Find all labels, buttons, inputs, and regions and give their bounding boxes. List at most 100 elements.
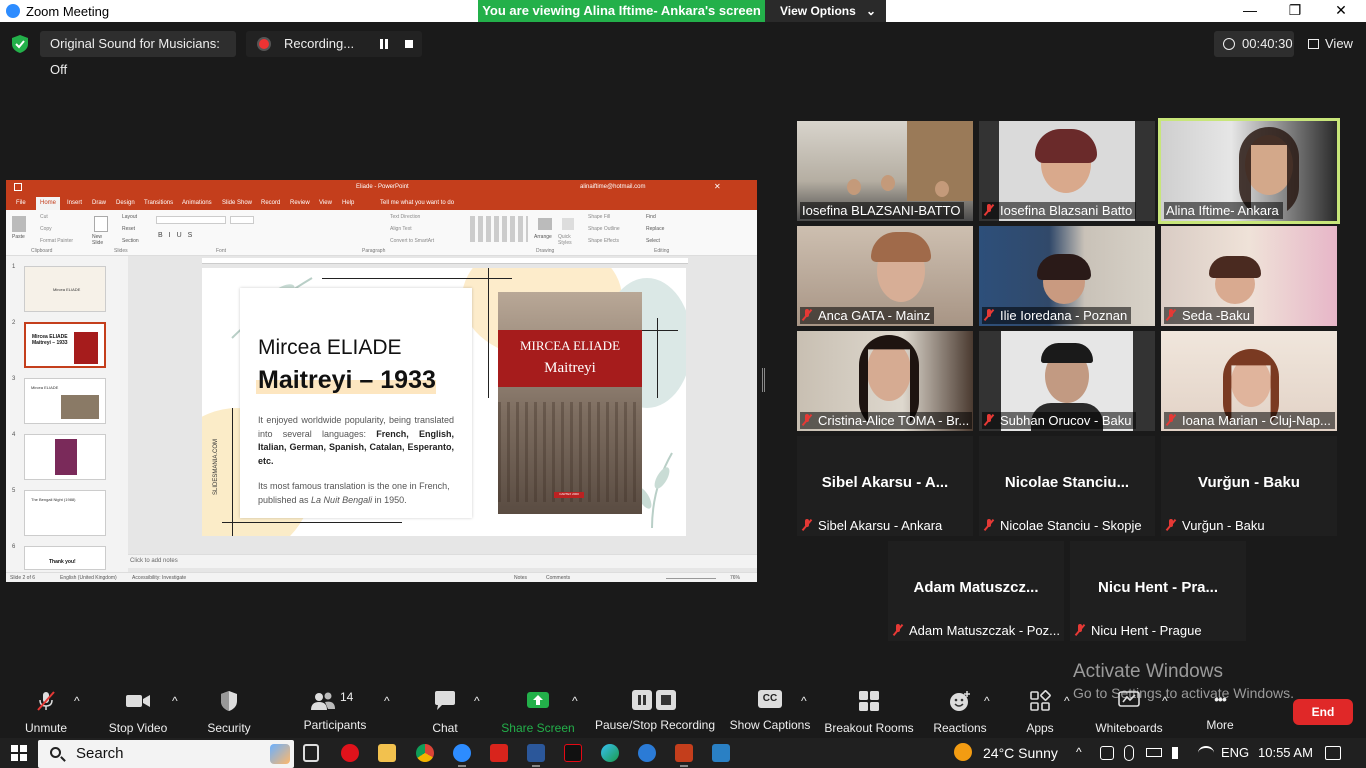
ppt-btn-text-direction[interactable]: Text Direction [390,214,420,220]
participant-tile[interactable]: Vurğun - Baku Vurğun - Baku [1161,436,1337,536]
show-captions-button[interactable]: CC Show Captions [728,690,812,732]
weather-text[interactable]: 24°C Sunny [983,745,1058,761]
participant-tile[interactable]: Subhan Orucov - Baku [979,331,1155,431]
reactions-options-caret[interactable]: ^ [984,694,990,708]
ppt-btn-reset[interactable]: Reset [122,226,135,232]
ppt-tab[interactable]: Review [290,200,310,206]
paste-icon[interactable] [12,216,26,232]
netflix-app-icon[interactable] [564,744,582,762]
close-button[interactable]: ✕ [1321,2,1361,19]
volume-muted-icon[interactable] [1172,747,1186,759]
slide-thumbnail-1[interactable]: Mircea ELIADE [24,266,106,312]
ppt-tab-home[interactable]: Home [36,197,61,210]
ppt-btn-section[interactable]: Section [122,238,139,244]
ppt-tab[interactable]: Slide Show [222,200,252,206]
ppt-tab[interactable]: Animations [182,200,212,206]
font-format-buttons[interactable]: BIUS [158,232,198,239]
participants-button[interactable]: 14 Participants [302,690,368,732]
ppt-btn-cut[interactable]: Cut [40,214,48,220]
slide-thumbnail-4[interactable] [24,434,106,480]
participant-tile[interactable]: Ioana Marian - Cluj-Nap... [1161,331,1337,431]
ppt-btn-shape-outline[interactable]: Shape Outline [588,226,620,232]
slide-thumbnail-3[interactable]: Mircea ELIADE [24,378,106,424]
ppt-tab[interactable]: File [16,200,26,206]
powerpoint-app-icon[interactable] [675,744,693,767]
pause-recording-icon[interactable] [379,39,389,49]
taskbar-search[interactable]: Search [38,740,294,768]
share-screen-button[interactable]: Share Screen [500,690,576,735]
zoom-app-icon[interactable] [453,744,471,767]
font-size-box[interactable] [230,216,254,224]
edge-browser-icon[interactable] [601,744,619,762]
view-options-button[interactable]: View Options ⌄ [765,0,886,22]
wifi-icon[interactable] [1198,746,1214,760]
chrome-browser-icon[interactable] [416,744,434,762]
maximize-button[interactable]: ❐ [1275,2,1315,19]
participant-tile[interactable]: Seda -Baku [1161,226,1337,326]
zoom-slider[interactable] [666,578,716,579]
meet-now-icon[interactable] [1100,746,1114,760]
status-accessibility[interactable]: Accessibility: Investigate [132,575,186,581]
ppt-tab[interactable]: Draw [92,200,106,206]
windows-start-icon[interactable] [11,745,27,761]
battery-icon[interactable] [1146,748,1162,757]
notifications-icon[interactable] [1325,746,1341,760]
apps-button[interactable]: Apps [1020,690,1060,735]
word-app-icon[interactable] [527,744,545,767]
chat-options-caret[interactable]: ^ [474,694,480,708]
original-sound-toggle[interactable]: Original Sound for Musicians: Off [40,31,236,77]
encryption-shield-icon[interactable] [12,35,28,53]
chat-button[interactable]: Chat [426,690,464,735]
zoom-level[interactable]: 76% [730,575,740,581]
participant-tile[interactable]: Adam Matuszcz... Adam Matuszczak - Poz..… [888,541,1064,641]
more-button[interactable]: ••• More [1198,690,1242,732]
captions-options-caret[interactable]: ^ [801,694,807,708]
weather-sun-icon[interactable] [954,743,972,761]
ppt-btn-paste[interactable]: Paste [12,234,25,240]
comments-toggle[interactable]: Comments [546,575,570,581]
ppt-btn-layout[interactable]: Layout [122,214,137,220]
ppt-btn-copy[interactable]: Copy [40,226,52,232]
status-language[interactable]: English (United Kingdom) [60,575,117,581]
ppt-tab[interactable]: Transitions [144,200,173,206]
ppt-save-icon[interactable] [14,183,22,191]
photos-app-icon[interactable] [712,744,730,762]
clock-time[interactable]: 10:55 AM [1258,745,1313,760]
ppt-btn-convert-smartart[interactable]: Convert to SmartArt [390,238,434,244]
slide-thumbnail-2[interactable]: Mircea ELIADE Maitreyi – 1933 [24,322,106,368]
arrange-icon[interactable] [538,218,552,230]
ppt-tab[interactable]: Help [342,200,354,206]
participant-tile[interactable]: Ilie Ioredana - Poznan [979,226,1155,326]
ppt-tab[interactable]: Design [116,200,135,206]
font-name-box[interactable] [156,216,226,224]
microphone-tray-icon[interactable] [1124,745,1134,761]
outlook-app-icon[interactable] [638,744,656,762]
participant-tile[interactable]: Nicu Hent - Pra... Nicu Hent - Prague [1070,541,1246,641]
ppt-btn-select[interactable]: Select [646,238,660,244]
ppt-tab[interactable]: Insert [67,200,82,206]
shapes-gallery[interactable] [470,216,528,242]
participant-tile[interactable]: Anca GATA - Mainz [797,226,973,326]
ppt-tell-me[interactable]: Tell me what you want to do [380,200,454,206]
ppt-btn-find[interactable]: Find [646,214,656,220]
input-language[interactable]: ENG [1221,745,1249,760]
stop-recording-icon[interactable] [405,40,413,48]
participant-tile[interactable]: Iosefina Blazsani Batto [979,121,1155,221]
slide-thumbnail-5[interactable]: The Bengali Night (1988) [24,490,106,536]
view-button[interactable]: View [1302,31,1362,57]
participant-tile[interactable]: Nicolae Stanciu... Nicolae Stanciu - Sko… [979,436,1155,536]
participants-options-caret[interactable]: ^ [384,694,390,708]
participant-tile[interactable]: Iosefina BLAZSANI-BATTO [797,121,973,221]
participant-tile-active-speaker[interactable]: Alina Iftime- Ankara [1158,118,1340,224]
participant-tile[interactable]: Sibel Akarsu - A... Sibel Akarsu - Ankar… [797,436,973,536]
whiteboards-button[interactable]: Whiteboards [1090,690,1168,735]
pause-stop-recording-button[interactable]: Pause/Stop Recording [594,690,716,732]
ppt-btn-format-painter[interactable]: Format Painter [40,238,73,244]
whiteboards-options-caret[interactable]: ^ [1162,694,1168,708]
apps-options-caret[interactable]: ^ [1064,694,1070,708]
split-view-handle[interactable] [762,368,765,392]
ppt-tab[interactable]: Record [261,200,280,206]
current-slide[interactable]: Mircea ELIADE Maitreyi – 1933 It enjoyed… [202,268,686,536]
notes-pane[interactable]: Click to add notes [128,554,757,568]
slide-thumbnail-6[interactable]: Thank you! [24,546,106,570]
